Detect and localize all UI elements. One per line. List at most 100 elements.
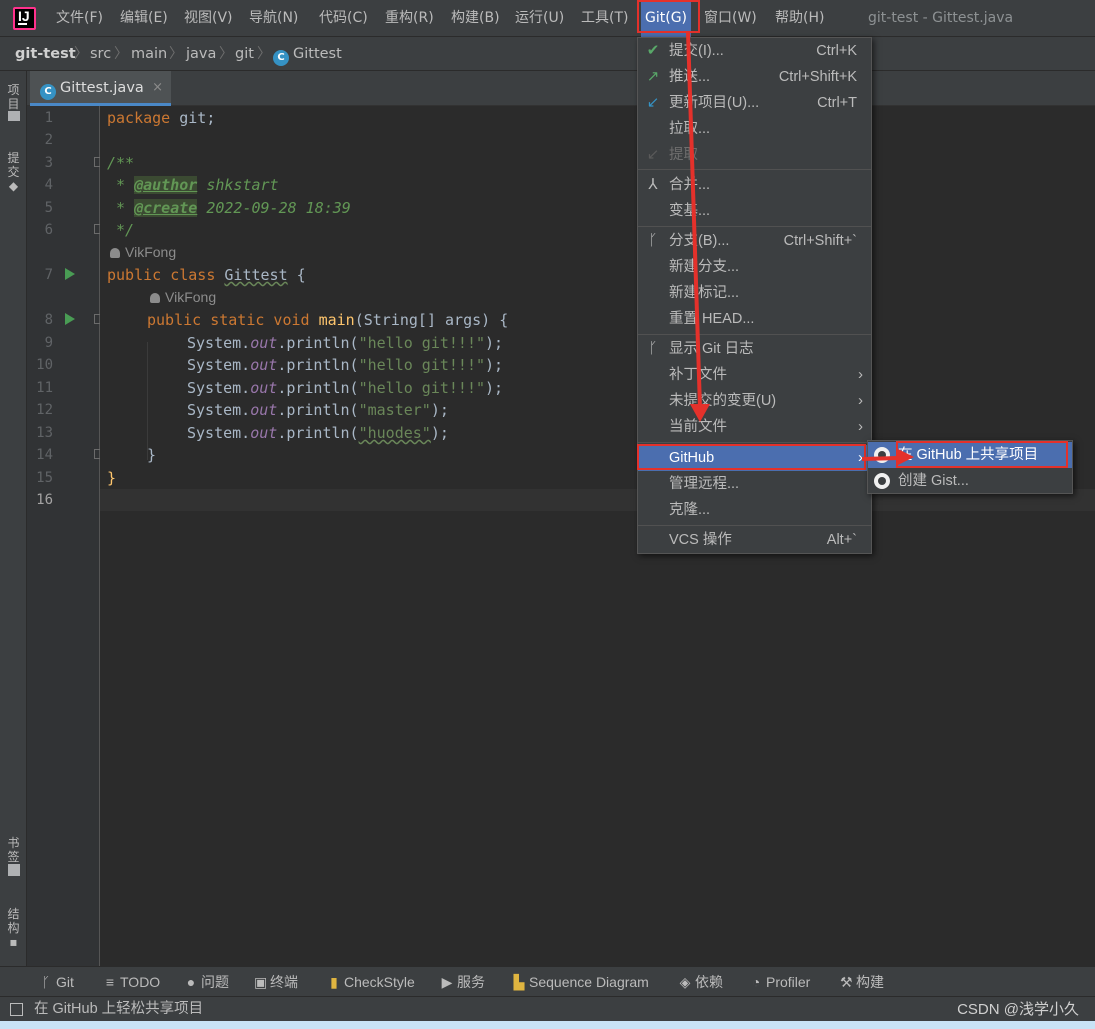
breadcrumb-class[interactable]: C Gittest	[273, 37, 342, 71]
menu-separator	[638, 442, 871, 443]
close-icon[interactable]: ×	[152, 71, 163, 105]
code-line-11: System.out.println("hello git!!!");	[187, 379, 504, 397]
tool-checkstyle[interactable]: ▮ CheckStyle	[328, 967, 415, 997]
menu-item-create-gist[interactable]: 创建 Gist...	[868, 468, 1072, 494]
menu-item-new-branch[interactable]: 新建分支...	[638, 254, 871, 280]
status-bar: 在 GitHub 上轻松共享项目 CSDN @浅学小久	[0, 996, 1095, 1021]
menu-refactor[interactable]: 重构(R)	[385, 0, 434, 37]
breadcrumb-java[interactable]: java	[186, 37, 216, 71]
menu-item-clone[interactable]: 克隆...	[638, 497, 871, 523]
breadcrumb-class-label: Gittest	[293, 46, 342, 62]
code-editor[interactable]: package git; /** * @author shkstart * @c…	[100, 106, 1095, 966]
menu-item-reset-head[interactable]: 重置 HEAD...	[638, 306, 871, 332]
breadcrumb-git[interactable]: git	[235, 37, 254, 71]
run-class-icon[interactable]	[65, 268, 75, 280]
menu-file[interactable]: 文件(F)	[56, 0, 103, 37]
menu-build[interactable]: 构建(B)	[451, 0, 500, 37]
code-line-10: System.out.println("hello git!!!");	[187, 356, 504, 374]
menu-item-pull[interactable]: 拉取...	[638, 116, 871, 142]
menu-code[interactable]: 代码(C)	[319, 0, 368, 37]
menu-item-manage-remotes[interactable]: 管理远程...	[638, 471, 871, 497]
toggle-tool-windows-icon[interactable]	[10, 1003, 23, 1016]
breadcrumb-main[interactable]: main	[131, 37, 167, 71]
menu-item-branches[interactable]: ᚴ 分支(B)... Ctrl+Shift+`	[638, 228, 871, 254]
user-icon	[150, 293, 160, 303]
tab-gittest-java[interactable]: C Gittest.java ×	[30, 71, 171, 106]
code-line-15: }	[107, 469, 117, 487]
tool-services[interactable]: ▶ 服务	[441, 967, 485, 997]
menu-item-show-git-log[interactable]: ᚴ 显示 Git 日志	[638, 336, 871, 362]
intellij-logo-icon[interactable]: IJ	[13, 7, 36, 30]
tool-build[interactable]: ⚒ 构建	[840, 967, 884, 997]
menu-tools[interactable]: 工具(T)	[581, 0, 628, 37]
line-number: 6	[44, 222, 53, 238]
line-number: 1	[44, 110, 53, 126]
hammer-icon: ⚒	[840, 974, 853, 990]
branch-icon: ᚴ	[648, 232, 658, 249]
author-inlay-hint[interactable]: VikFong	[150, 289, 216, 305]
menu-item-uncommitted-changes[interactable]: 未提交的变更(U) ›	[638, 388, 871, 414]
chevron-right-icon: ›	[858, 418, 863, 435]
menu-window[interactable]: 窗口(W)	[704, 0, 757, 37]
breadcrumb-src[interactable]: src	[90, 37, 111, 71]
layers-icon: ◈	[679, 974, 691, 990]
tool-sequence-diagram[interactable]: ▙ Sequence Diagram	[513, 967, 649, 997]
author-inlay-hint[interactable]: VikFong	[110, 244, 176, 260]
java-class-icon: C	[40, 84, 56, 100]
code-line-14: }	[147, 446, 157, 464]
annotation-box-share-on-github	[896, 441, 1068, 468]
menu-separator	[638, 525, 871, 526]
structure-tool-tab[interactable]: 结构 ▪	[5, 907, 22, 949]
sequence-diagram-icon: ▙	[513, 974, 525, 990]
menu-item-patch[interactable]: 补丁文件 ›	[638, 362, 871, 388]
menu-item-fetch: ↙ 提取	[638, 142, 871, 168]
code-line-7: public class Gittest {	[107, 266, 306, 284]
chevron-right-icon: ›	[858, 366, 863, 383]
line-number: 5	[44, 200, 53, 216]
line-number: 16	[36, 492, 53, 508]
tab-label: Gittest.java	[60, 80, 144, 96]
line-number: 14	[36, 447, 53, 463]
line-number: 15	[36, 470, 53, 486]
menu-edit[interactable]: 编辑(E)	[120, 0, 168, 37]
git-log-icon: ᚴ	[648, 340, 658, 357]
window-title: git-test - Gittest.java	[868, 10, 1014, 26]
breadcrumb-project[interactable]: git-test	[15, 37, 76, 71]
terminal-icon: ▣	[254, 974, 268, 990]
code-line-12: System.out.println("master");	[187, 401, 449, 419]
tool-problems[interactable]: ● 问题	[185, 967, 229, 997]
menu-item-merge[interactable]: ⅄ 合并...	[638, 172, 871, 198]
menu-item-current-file[interactable]: 当前文件 ›	[638, 414, 871, 440]
fetch-arrow-icon: ↙	[646, 146, 660, 163]
menu-item-rebase[interactable]: 变基...	[638, 198, 871, 224]
tool-terminal[interactable]: ▣ 终端	[254, 967, 298, 997]
editor-tab-bar: C Gittest.java ×	[27, 71, 1095, 106]
menu-run[interactable]: 运行(U)	[515, 0, 564, 37]
menu-navigate[interactable]: 导航(N)	[249, 0, 298, 37]
code-line-4: * @author shkstart	[107, 176, 279, 194]
menu-help[interactable]: 帮助(H)	[775, 0, 824, 37]
indent-guide	[147, 342, 148, 460]
menu-item-new-tag[interactable]: 新建标记...	[638, 280, 871, 306]
project-tool-tab[interactable]: 项目	[5, 83, 22, 124]
code-line-1: package git;	[107, 109, 216, 127]
commit-tool-label: 提交	[7, 151, 20, 179]
user-icon	[110, 248, 120, 258]
line-number: 8	[44, 312, 53, 328]
tool-git[interactable]: ᚴ Git	[40, 967, 74, 997]
menu-item-push[interactable]: ↗ 推送... Ctrl+Shift+K	[638, 64, 871, 90]
menu-separator	[638, 169, 871, 170]
run-method-icon[interactable]	[65, 313, 75, 325]
tool-todo[interactable]: ≡ TODO	[104, 967, 160, 997]
tool-profiler[interactable]: ◔ Profiler	[750, 967, 811, 997]
menu-item-commit[interactable]: ✔ 提交(I)... Ctrl+K	[638, 38, 871, 64]
menu-view[interactable]: 视图(V)	[184, 0, 233, 37]
tool-dependencies[interactable]: ◈ 依赖	[679, 967, 723, 997]
commit-tool-tab[interactable]: 提交 ◆	[5, 151, 22, 193]
menu-item-vcs-operations[interactable]: VCS 操作 Alt+`	[638, 527, 871, 553]
checkstyle-icon: ▮	[330, 974, 338, 990]
bookmarks-tool-tab[interactable]: 书签	[5, 836, 22, 879]
project-tool-label: 项目	[7, 83, 20, 111]
list-icon: ≡	[105, 974, 115, 990]
menu-item-update-project[interactable]: ↙ 更新项目(U)... Ctrl+T	[638, 90, 871, 116]
